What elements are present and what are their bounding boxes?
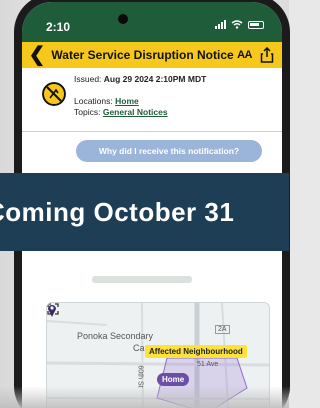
issued-value: Aug 29 2024 2:10PM MDT xyxy=(103,74,207,84)
status-bar: 2:10 xyxy=(22,2,282,42)
notice-header: ❮ Water Service Disruption Notice AA xyxy=(22,42,282,68)
issued-label: Issued: xyxy=(74,74,102,84)
location-link-home[interactable]: Home xyxy=(115,96,139,106)
status-time: 2:10 xyxy=(46,20,71,34)
street-label-60th: 60th St xyxy=(136,365,144,388)
bottom-fade xyxy=(0,386,289,408)
notice-info: Issued: Aug 29 2024 2:10PM MDT Locations… xyxy=(22,68,282,132)
topics-label: Topics: xyxy=(74,107,101,117)
topic-link-general-notices[interactable]: General Notices xyxy=(103,107,168,117)
issued-row: Issued: Aug 29 2024 2:10PM MDT xyxy=(74,74,206,85)
signal-icon xyxy=(215,20,226,29)
home-marker-label[interactable]: Home xyxy=(157,373,190,386)
notice-title: Water Service Disruption Notice xyxy=(51,48,234,62)
wifi-icon xyxy=(231,20,243,29)
camera-icon xyxy=(118,14,128,24)
map-place-label: Ponoka Secondary xyxy=(77,331,154,341)
locations-label: Locations: xyxy=(74,96,113,106)
text-size-button[interactable]: AA xyxy=(237,49,252,61)
battery-icon xyxy=(248,20,264,29)
street-label-51-ave: 51 Ave xyxy=(197,361,219,368)
route-label: 2A xyxy=(215,325,230,334)
why-received-button[interactable]: Why did I receive this notification? xyxy=(76,140,262,162)
faded-text-line xyxy=(92,276,192,283)
topics-row: Topics: General Notices xyxy=(74,107,206,118)
back-arrow-icon[interactable]: ❮ xyxy=(26,42,48,68)
promo-banner: Coming October 31 xyxy=(0,173,289,251)
expand-map-icon[interactable] xyxy=(47,303,59,315)
status-icons xyxy=(215,20,264,29)
notice-meta: Issued: Aug 29 2024 2:10PM MDT Locations… xyxy=(74,74,206,118)
affected-neighbourhood-label: Affected Neighbourhood xyxy=(145,345,247,358)
locations-row: Locations: Home xyxy=(74,96,206,107)
banner-text: Coming October 31 xyxy=(0,196,235,227)
share-icon[interactable] xyxy=(260,47,274,63)
no-water-icon xyxy=(42,82,66,106)
